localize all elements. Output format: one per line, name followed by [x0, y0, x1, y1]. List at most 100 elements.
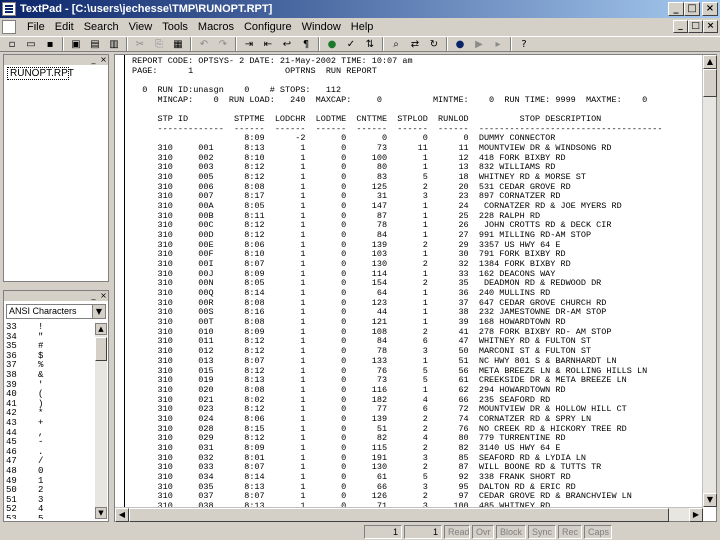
char-row[interactable]: 50 2 [6, 485, 96, 496]
play-macro-icon[interactable]: ▶ [471, 37, 487, 52]
paragraph-icon[interactable]: ¶ [298, 37, 314, 52]
word-wrap-icon[interactable]: ↩ [279, 37, 295, 52]
char-row[interactable]: 34 " [6, 332, 96, 343]
maximize-button[interactable]: □ [684, 2, 700, 16]
clip-panel-close-icon[interactable]: × [99, 291, 108, 300]
save-icon[interactable]: ▪ [42, 37, 58, 52]
document-panel-header: _ × [4, 55, 108, 65]
menu-view[interactable]: View [124, 21, 158, 33]
indent-icon[interactable]: ⇥ [241, 37, 257, 52]
char-row[interactable]: 49 1 [6, 476, 96, 487]
scroll-right-icon[interactable]: ▶ [689, 508, 703, 522]
char-row[interactable]: 42 * [6, 409, 96, 419]
menu-help[interactable]: Help [346, 21, 379, 33]
document-icon[interactable] [2, 20, 16, 34]
char-row[interactable]: 39 ' [6, 380, 96, 391]
status-bar: 1 1 Read Ovr Block Sync Rec Caps [0, 523, 720, 540]
scroll-up-icon[interactable]: ▲ [703, 55, 717, 69]
clip-library-scrollbar[interactable]: ▲ ▼ [95, 323, 107, 519]
scroll-thumb[interactable] [703, 69, 717, 97]
doc-restore-button[interactable]: □ [688, 20, 703, 33]
document-list-item[interactable]: RUNOPT.RPT [7, 67, 74, 80]
char-row[interactable]: 46. [6, 447, 96, 458]
sort-icon[interactable]: ⇅ [362, 37, 378, 52]
panel-close-icon[interactable]: × [99, 55, 108, 64]
record-macro-icon[interactable]: ● [452, 37, 468, 52]
char-row[interactable]: 52 4 [6, 505, 96, 515]
character-list[interactable]: 33! 34 " 35 # 36 $ 37% 38 & 39 ' 40( 41) 42 * … [6, 323, 96, 519]
editor-line[interactable]: MINCAP: 0 RUN LOAD: 240 MAXCAP: 0 MINTME… [132, 95, 702, 106]
bookmark-gutter[interactable] [115, 55, 125, 521]
print-icon[interactable]: ▤ [87, 37, 103, 52]
toolbar-separator [318, 37, 320, 51]
document-selector-panel: _ × RUNOPT.RPT [3, 54, 109, 282]
menu-edit[interactable]: Edit [50, 21, 79, 33]
browser-icon[interactable]: ● [324, 37, 340, 52]
scroll-down-icon[interactable]: ▼ [703, 493, 717, 507]
scroll-down-icon[interactable]: ▼ [95, 507, 107, 519]
status-block: Block [496, 524, 526, 539]
status-read: Read [444, 524, 470, 539]
status-message [2, 525, 362, 539]
doc-minimize-button[interactable]: _ [673, 20, 688, 33]
clip-library-select[interactable]: ANSI Characters ▼ [6, 304, 106, 319]
doc-close-button[interactable]: × [703, 20, 718, 33]
undo-icon[interactable]: ↶ [196, 37, 212, 52]
open-icon[interactable]: ▭ [23, 37, 39, 52]
char-row[interactable]: 51 3 [6, 495, 96, 506]
close-button[interactable]: × [702, 2, 718, 16]
paste-icon[interactable]: ▦ [170, 37, 186, 52]
editor-horizontal-scrollbar[interactable]: ◀ ▶ [115, 507, 703, 522]
toolbar-separator [382, 37, 384, 51]
window-title: TextPad - [C:\users\jechesse\TMP\RUNOPT.… [20, 3, 273, 15]
menu-configure[interactable]: Configure [239, 21, 297, 33]
outdent-icon[interactable]: ⇤ [260, 37, 276, 52]
char-row[interactable]: 45- [6, 438, 96, 448]
clip-panel-minimize-icon[interactable]: _ [89, 291, 98, 300]
replace-icon[interactable]: ⇄ [407, 37, 423, 52]
scroll-left-icon[interactable]: ◀ [115, 508, 129, 522]
char-row[interactable]: 33! [6, 323, 96, 333]
chevron-down-icon[interactable]: ▼ [92, 305, 105, 318]
window-controls: _ □ × [668, 2, 718, 16]
redo-icon[interactable]: ↷ [215, 37, 231, 52]
spell-check-icon[interactable]: ✓ [343, 37, 359, 52]
char-row[interactable]: 44, [6, 428, 96, 439]
menu-window[interactable]: Window [297, 21, 346, 33]
char-row[interactable]: 36 $ [6, 351, 96, 362]
menu-file[interactable]: File [22, 21, 50, 33]
editor-text-area[interactable]: REPORT CODE: OPTSYS- 2 DATE: 21-May-2002… [132, 57, 702, 507]
char-row[interactable]: 43 + [6, 418, 96, 429]
menu-tools[interactable]: Tools [157, 21, 193, 33]
help-icon[interactable]: ? [516, 37, 532, 52]
char-row[interactable]: 35 # [6, 342, 96, 352]
textpad-app-icon[interactable] [2, 2, 16, 16]
scroll-up-icon[interactable]: ▲ [95, 323, 107, 335]
char-row[interactable]: 37% [6, 361, 96, 371]
menu-macros[interactable]: Macros [193, 21, 239, 33]
char-row[interactable]: 38 & [6, 370, 96, 381]
minimize-button[interactable]: _ [668, 2, 684, 16]
char-row[interactable]: 47/ [6, 457, 96, 467]
save-all-icon[interactable]: ▣ [68, 37, 84, 52]
scroll-thumb[interactable] [95, 337, 107, 361]
menu-search[interactable]: Search [79, 21, 124, 33]
copy-icon[interactable]: ⎘ [151, 37, 167, 52]
new-file-icon[interactable]: ▫ [4, 37, 20, 52]
scroll-thumb[interactable] [129, 508, 669, 522]
panel-minimize-icon[interactable]: _ [89, 55, 98, 64]
char-row[interactable]: 40( [6, 390, 96, 400]
find-icon[interactable]: ⌕ [388, 37, 404, 52]
char-row[interactable]: 48 0 [6, 466, 96, 477]
toolbar-separator [446, 37, 448, 51]
char-row[interactable]: 53 5 [6, 514, 96, 519]
find-next-icon[interactable]: ↻ [426, 37, 442, 52]
macro-end-icon[interactable]: ▸ [490, 37, 506, 52]
cut-icon[interactable]: ✂ [132, 37, 148, 52]
print-preview-icon[interactable]: ▥ [106, 37, 122, 52]
clip-library-panel: _ × ANSI Characters ▼ 33! 34 " 35 # 36 $ 37… [3, 290, 109, 522]
editor-vertical-scrollbar[interactable]: ▲ ▼ [702, 55, 717, 507]
char-row[interactable]: 41) [6, 399, 96, 410]
status-sync: Sync [528, 524, 556, 539]
editor-line[interactable]: PAGE: 1 OPTRNS RUN REPORT [132, 66, 702, 77]
